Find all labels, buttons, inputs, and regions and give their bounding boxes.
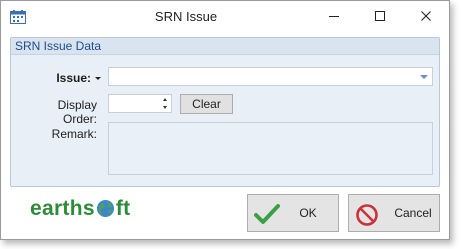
cancel-button[interactable]: Cancel — [348, 194, 440, 232]
spin-down-icon[interactable] — [163, 106, 167, 109]
minimize-icon — [329, 16, 339, 17]
srn-issue-data-panel: SRN Issue Data Issue: Display Order: Cle… — [10, 37, 440, 187]
display-order-label: Display Order: — [57, 98, 97, 126]
logo-text-start: earths — [30, 197, 95, 220]
combo-chevron-down-icon[interactable] — [420, 75, 428, 79]
close-icon — [421, 11, 431, 21]
maximize-icon — [375, 11, 385, 21]
maximize-button[interactable] — [357, 1, 403, 31]
display-order-spinner[interactable] — [108, 94, 172, 113]
clear-button[interactable]: Clear — [180, 94, 233, 114]
ok-button[interactable]: OK — [247, 194, 339, 232]
issue-dropdown-arrow-icon[interactable] — [95, 77, 101, 80]
cancel-icon — [356, 204, 378, 226]
dialog-window: SRN Issue SRN Issue Data Issue: Display … — [0, 0, 450, 240]
minimize-button[interactable] — [311, 1, 357, 31]
ok-label: OK — [299, 206, 317, 220]
panel-title: SRN Issue Data — [15, 39, 102, 53]
close-button[interactable] — [403, 1, 449, 31]
spin-up-icon[interactable] — [163, 98, 167, 101]
earthsoft-logo: earths ft — [30, 197, 130, 221]
remark-label: Remark: — [51, 127, 97, 141]
title-bar[interactable]: SRN Issue — [1, 1, 449, 31]
issue-combobox[interactable] — [108, 67, 433, 86]
panel-header: SRN Issue Data — [11, 38, 439, 55]
logo-text-end: ft — [115, 197, 131, 220]
cancel-label: Cancel — [394, 206, 432, 220]
checkmark-icon — [254, 204, 280, 224]
issue-label: Issue: — [56, 71, 91, 85]
remark-textarea[interactable] — [108, 122, 433, 175]
globe-icon — [96, 199, 114, 218]
